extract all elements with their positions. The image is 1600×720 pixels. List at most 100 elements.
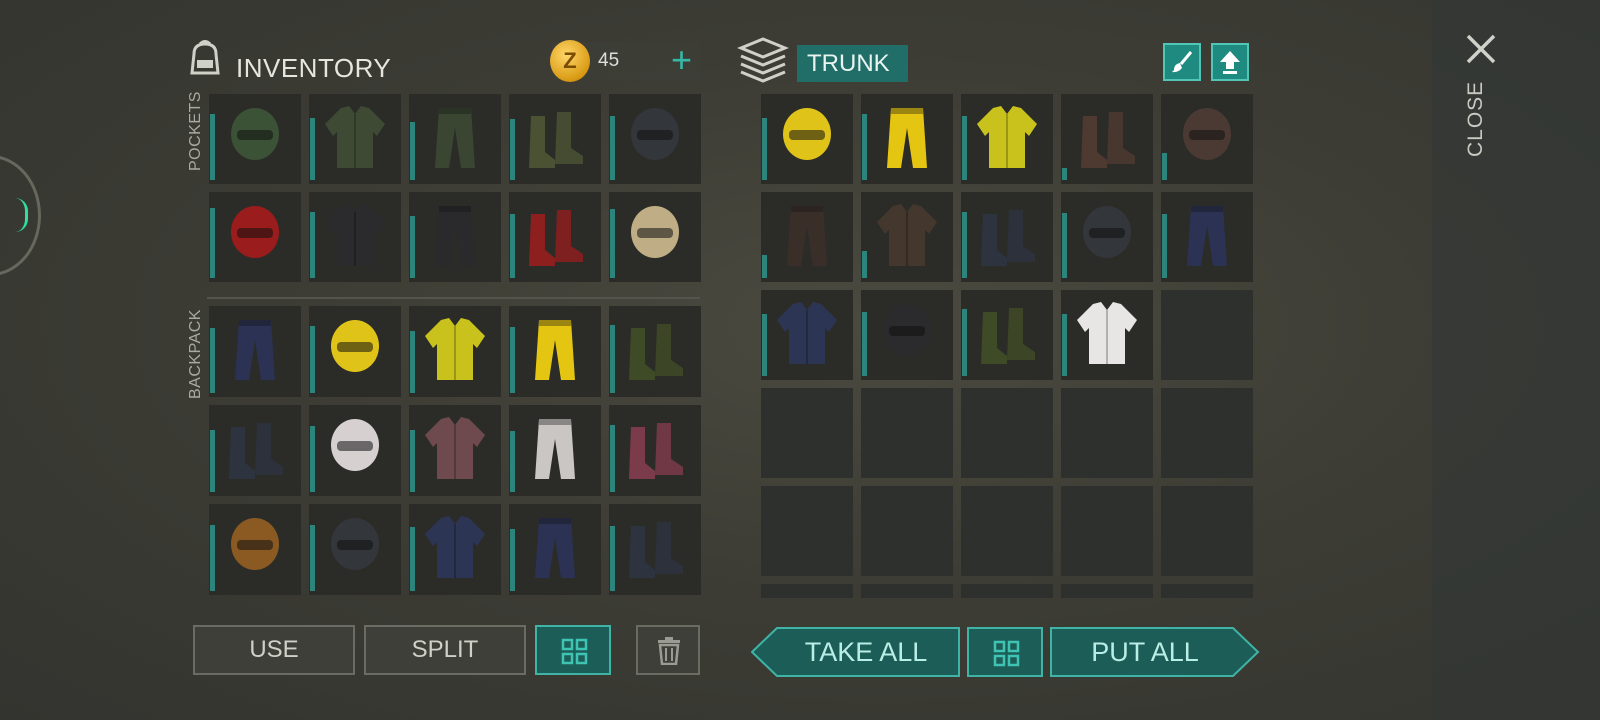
armored-pants-icon (787, 206, 827, 266)
inventory-slot[interactable] (1061, 94, 1153, 184)
durability-bar (410, 121, 415, 180)
inventory-slot[interactable] (861, 192, 953, 282)
inventory-slot[interactable] (1161, 192, 1253, 282)
rubber-boots-icon (981, 308, 1035, 364)
inventory-slot[interactable] (861, 584, 953, 598)
take-all-button[interactable]: TAKE ALL (751, 627, 961, 677)
inventory-slot[interactable] (961, 192, 1053, 282)
spiked-armor-icon (877, 204, 937, 266)
inventory-slot[interactable] (1161, 290, 1253, 380)
inventory-slot[interactable] (409, 94, 501, 184)
brush-icon (1172, 51, 1193, 73)
upgrade-button[interactable] (1211, 43, 1249, 81)
inventory-slot[interactable] (209, 192, 301, 282)
inventory-slot[interactable] (961, 94, 1053, 184)
inventory-slot[interactable] (961, 290, 1053, 380)
pockets-grid (209, 94, 701, 282)
inventory-slot[interactable] (209, 306, 301, 397)
inventory-slot[interactable] (1061, 290, 1153, 380)
inventory-slot[interactable] (1061, 584, 1153, 598)
inventory-slot[interactable] (309, 192, 401, 282)
inventory-slot[interactable] (761, 192, 853, 282)
paint-brush-button[interactable] (1163, 43, 1201, 81)
durability-bar (210, 429, 215, 492)
inventory-slot[interactable] (761, 290, 853, 380)
add-coins-button[interactable]: + (671, 41, 692, 79)
inventory-slot[interactable] (309, 405, 401, 496)
inventory-slot[interactable] (409, 405, 501, 496)
hazmat-jacket-icon (425, 318, 485, 380)
inventory-slot[interactable] (961, 584, 1053, 598)
pockets-label: POCKETS (187, 91, 204, 171)
durability-bar (610, 526, 615, 591)
coin-count: 45 (598, 50, 620, 71)
inventory-slot[interactable] (209, 504, 301, 595)
inventory-slot[interactable] (309, 504, 401, 595)
inventory-slot[interactable] (509, 306, 601, 397)
inventory-slot[interactable] (409, 306, 501, 397)
inventory-slot[interactable] (309, 94, 401, 184)
durability-bar (762, 117, 767, 180)
inventory-slot[interactable] (1061, 192, 1153, 282)
inventory-slot[interactable] (1161, 94, 1253, 184)
gas-mask-icon (1183, 108, 1231, 160)
delete-button[interactable] (636, 625, 700, 675)
inventory-slot[interactable] (609, 192, 701, 282)
hazmat-hood-icon (783, 108, 831, 160)
police-vest-icon (777, 302, 837, 364)
durability-bar (310, 325, 315, 393)
inventory-slot[interactable] (761, 388, 853, 478)
inventory-slot[interactable] (609, 94, 701, 184)
inventory-slot[interactable] (1061, 486, 1153, 576)
inventory-slot[interactable] (1161, 486, 1253, 576)
tactical-helmet-icon (1083, 206, 1131, 258)
inventory-slot[interactable] (609, 306, 701, 397)
inventory-slot[interactable] (861, 94, 953, 184)
use-button[interactable]: USE (193, 625, 355, 675)
close-icon[interactable] (1464, 32, 1498, 66)
inventory-slot[interactable] (761, 94, 853, 184)
put-all-button[interactable]: PUT ALL (1050, 627, 1260, 677)
backpack-icon (190, 40, 220, 75)
inventory-slot[interactable] (961, 388, 1053, 478)
split-button[interactable]: SPLIT (364, 625, 526, 675)
inventory-slot[interactable] (861, 388, 953, 478)
inventory-slot[interactable] (961, 486, 1053, 576)
durability-bar (510, 214, 515, 278)
trash-icon (658, 637, 680, 665)
inventory-slot[interactable] (1161, 584, 1253, 598)
backpack-label: BACKPACK (187, 309, 204, 399)
side-status-gauge (0, 155, 41, 276)
padded-pants-icon (535, 419, 575, 479)
inventory-slot[interactable] (509, 94, 601, 184)
tank-top-icon (1077, 302, 1137, 364)
inventory-slot[interactable] (509, 405, 601, 496)
inventory-slot[interactable] (209, 94, 301, 184)
inventory-slot[interactable] (609, 504, 701, 595)
sort-inventory-button[interactable] (535, 625, 611, 675)
racing-jacket-icon (325, 204, 385, 266)
close-label[interactable]: CLOSE (1464, 81, 1488, 157)
trunk-grid (761, 94, 1253, 598)
durability-bar (962, 308, 967, 376)
inventory-slot[interactable] (761, 584, 853, 598)
inventory-slot[interactable] (609, 405, 701, 496)
inventory-slot[interactable] (209, 405, 301, 496)
sort-trunk-button[interactable] (967, 627, 1043, 677)
inventory-slot[interactable] (409, 192, 501, 282)
inventory-slot[interactable] (409, 504, 501, 595)
inventory-slot[interactable] (309, 306, 401, 397)
inventory-slot[interactable] (1061, 388, 1153, 478)
inventory-slot[interactable] (861, 290, 953, 380)
inventory-slot[interactable] (509, 504, 601, 595)
take-all-label: TAKE ALL (804, 637, 928, 667)
inventory-slot[interactable] (861, 486, 953, 576)
cargo-pants-icon (1187, 206, 1227, 266)
durability-bar (1062, 313, 1067, 376)
trunk-icon (737, 37, 789, 83)
durability-bar (510, 119, 515, 180)
inventory-slot[interactable] (1161, 388, 1253, 478)
inventory-slot[interactable] (509, 192, 601, 282)
coin-icon: Z (550, 40, 590, 82)
inventory-slot[interactable] (761, 486, 853, 576)
